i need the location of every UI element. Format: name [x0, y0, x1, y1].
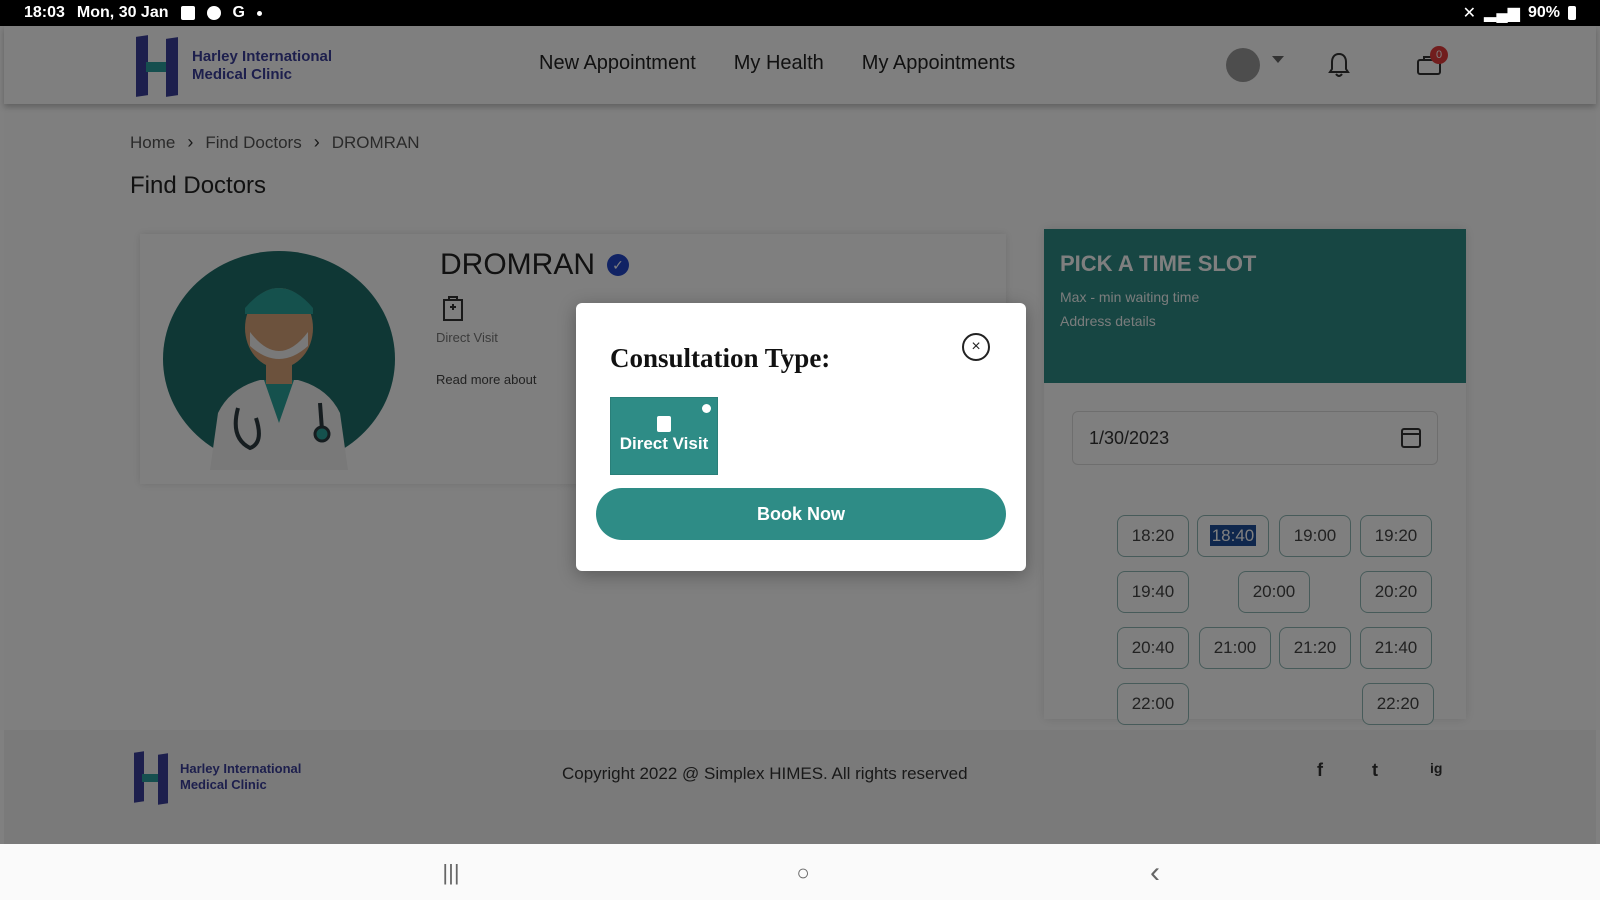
- signal-icon: ▂▄▆: [1484, 5, 1520, 22]
- mail-icon: [180, 6, 195, 20]
- book-now-button[interactable]: Book Now: [596, 488, 1006, 540]
- radio-selected-icon: [702, 404, 711, 413]
- consultation-type-modal: Consultation Type: × Direct Visit Book N…: [576, 303, 1026, 571]
- cloud-icon: [206, 6, 221, 20]
- recent-apps-icon[interactable]: |||: [438, 860, 464, 886]
- direct-visit-option[interactable]: Direct Visit: [610, 397, 718, 475]
- clinic-icon: [657, 416, 671, 432]
- status-date: Mon, 30 Jan: [76, 4, 169, 21]
- modal-title: Consultation Type:: [610, 343, 831, 373]
- mute-icon: ✕: [1462, 5, 1477, 22]
- back-icon[interactable]: ‹: [1142, 858, 1168, 888]
- home-icon[interactable]: ○: [790, 860, 816, 886]
- notification-dot-icon: [256, 10, 262, 16]
- direct-visit-label: Direct Visit: [619, 434, 709, 453]
- status-time: 18:03: [24, 4, 65, 21]
- system-nav-bar: ||| ○ ‹: [0, 844, 1600, 900]
- battery-level: 90%: [1527, 4, 1560, 21]
- google-icon: G: [232, 4, 245, 21]
- status-bar: 18:03 Mon, 30 Jan G ✕ ▂▄▆ 90%: [0, 0, 1600, 26]
- battery-icon: [1568, 6, 1576, 20]
- close-icon[interactable]: ×: [962, 333, 990, 361]
